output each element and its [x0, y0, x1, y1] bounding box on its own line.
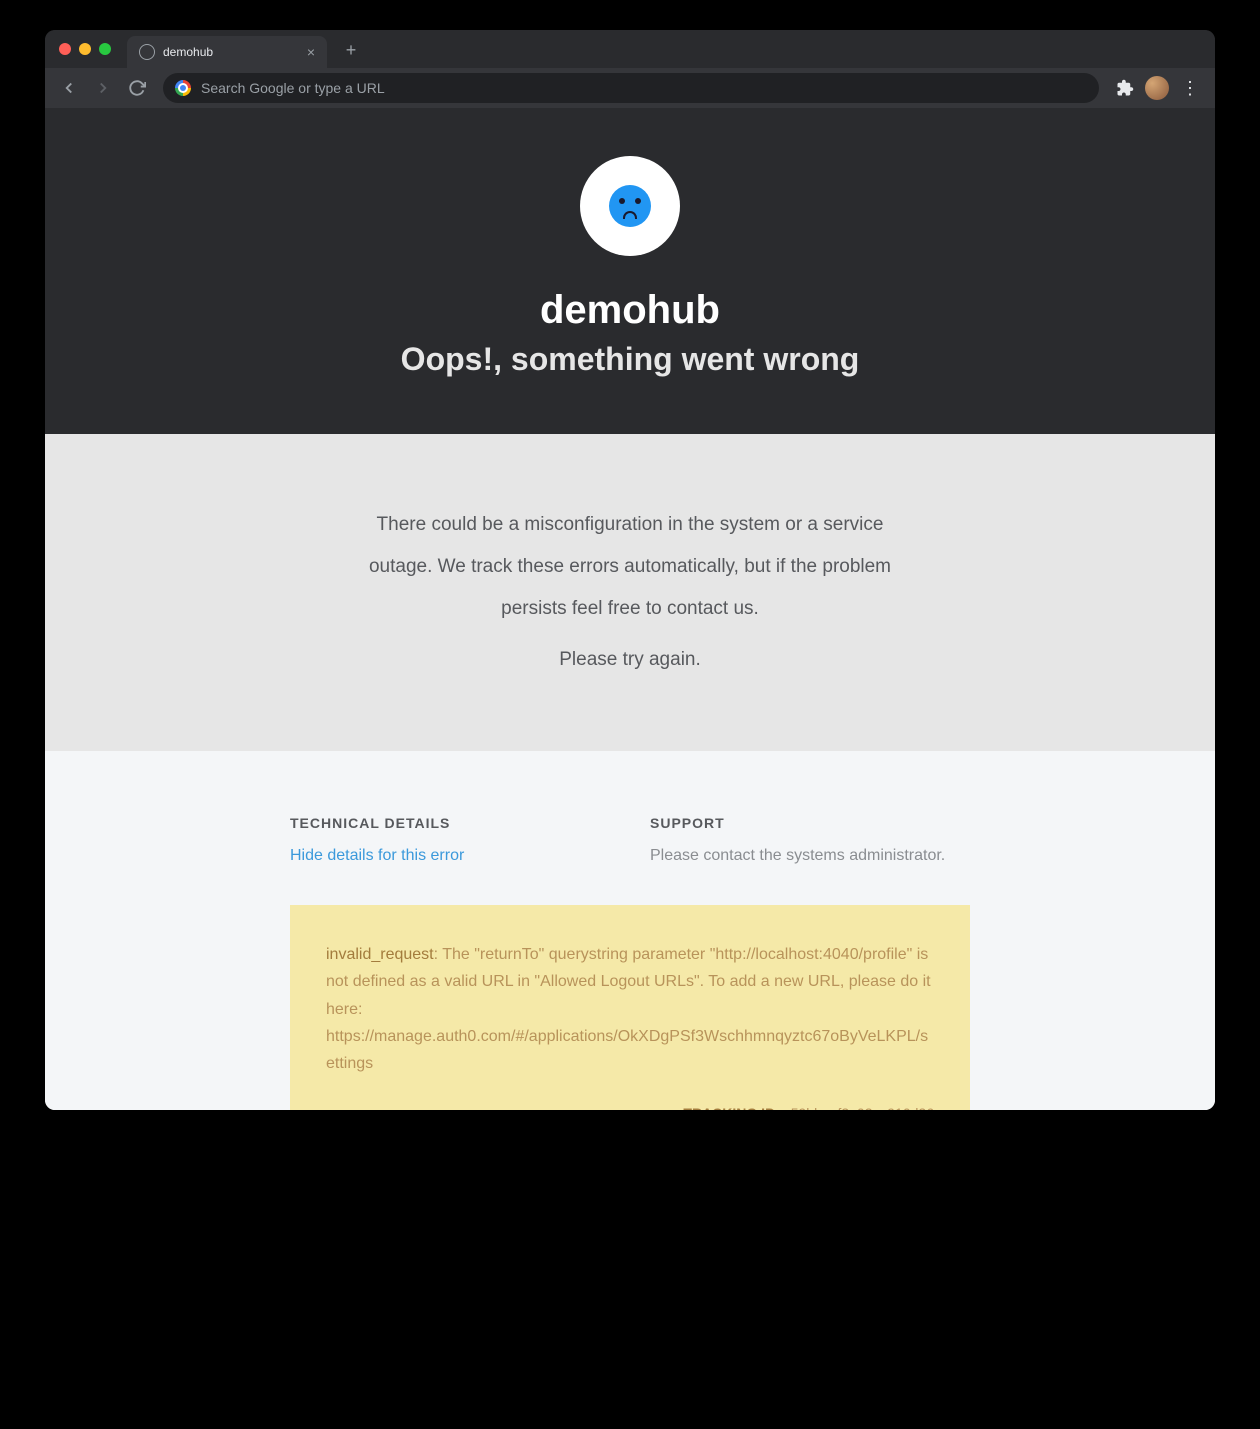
globe-icon: [139, 44, 155, 60]
technical-details-column: TECHNICAL DETAILS Hide details for this …: [290, 815, 610, 865]
url-input[interactable]: [201, 80, 1087, 96]
close-tab-button[interactable]: ×: [307, 44, 315, 60]
sad-face-icon: [580, 156, 680, 256]
traffic-lights: [59, 43, 111, 55]
tracking-label: TRACKING ID:: [683, 1105, 779, 1110]
error-code: invalid_request: [326, 946, 434, 963]
toggle-details-link[interactable]: Hide details for this error: [290, 847, 610, 865]
error-heading: Oops!, something went wrong: [401, 341, 860, 378]
profile-avatar[interactable]: [1145, 76, 1169, 100]
error-hero: demohub Oops!, something went wrong: [45, 108, 1215, 434]
browser-toolbar: ⋮: [45, 68, 1215, 108]
support-label: SUPPORT: [650, 815, 970, 831]
address-bar[interactable]: [163, 73, 1099, 103]
extensions-button[interactable]: [1111, 74, 1139, 102]
app-name: demohub: [540, 288, 720, 333]
support-text: Please contact the systems administrator…: [650, 847, 970, 865]
tracking-id: c59bbaef3a02ac910d26: [784, 1105, 934, 1110]
browser-menu-button[interactable]: ⋮: [1175, 78, 1205, 99]
error-description-detail: : The "returnTo" querystring parameter "…: [326, 946, 931, 1072]
minimize-window-button[interactable]: [79, 43, 91, 55]
new-tab-button[interactable]: +: [339, 39, 363, 63]
error-message-section: There could be a misconfiguration in the…: [45, 434, 1215, 751]
google-icon: [175, 80, 191, 96]
error-box: invalid_request: The "returnTo" querystr…: [290, 905, 970, 1110]
browser-window: demohub × + ⋮: [45, 30, 1215, 1110]
reload-button[interactable]: [123, 74, 151, 102]
error-description: There could be a misconfiguration in the…: [360, 504, 900, 629]
details-section: TECHNICAL DETAILS Hide details for this …: [45, 751, 1215, 1110]
window-title-bar: demohub × +: [45, 30, 1215, 68]
tab-title: demohub: [163, 45, 299, 59]
browser-tab[interactable]: demohub ×: [127, 36, 327, 68]
forward-button[interactable]: [89, 74, 117, 102]
tracking-row: TRACKING ID: c59bbaef3a02ac910d26: [326, 1105, 934, 1110]
error-message: invalid_request: The "returnTo" querystr…: [326, 941, 934, 1077]
technical-details-label: TECHNICAL DETAILS: [290, 815, 610, 831]
retry-prompt: Please try again.: [360, 639, 900, 681]
close-window-button[interactable]: [59, 43, 71, 55]
page-content: demohub Oops!, something went wrong Ther…: [45, 108, 1215, 1110]
back-button[interactable]: [55, 74, 83, 102]
support-column: SUPPORT Please contact the systems admin…: [650, 815, 970, 865]
maximize-window-button[interactable]: [99, 43, 111, 55]
